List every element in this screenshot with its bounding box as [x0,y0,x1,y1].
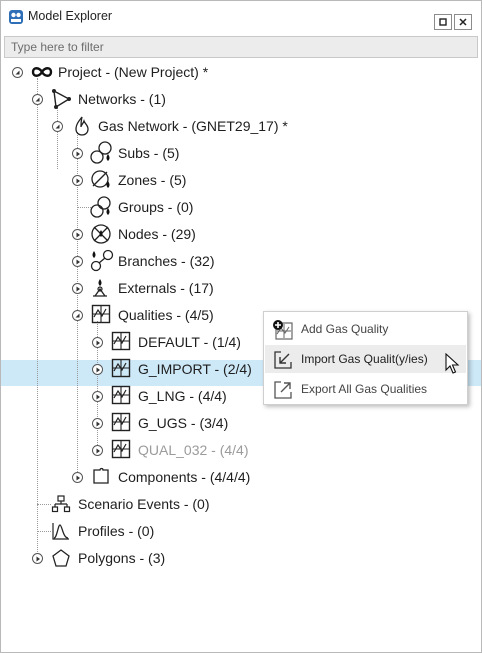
model-explorer-icon [9,10,23,24]
tree-item-subs[interactable]: Subs - (5) [118,145,179,161]
expander-quality-g-ugs[interactable] [92,418,103,429]
infinity-icon [31,67,53,77]
menu-item-add-gas-quality[interactable]: Add Gas Quality [265,315,466,343]
tree-item-quality[interactable]: G_LNG - (4/4) [138,388,227,404]
expander-zones[interactable] [72,175,83,186]
quality-icon [91,304,111,324]
filter-input[interactable] [4,36,478,58]
expander-gas-network[interactable] [52,121,63,132]
menu-item-export-all-gas-qualities[interactable]: Export All Gas Qualities [265,375,466,403]
network-icon [52,89,71,109]
externals-icon [93,279,107,297]
nodes-icon [91,224,111,244]
expander-nodes[interactable] [72,229,83,240]
restore-icon [439,18,447,26]
expander-project[interactable] [12,67,23,78]
expander-quality-qual-032[interactable] [92,445,103,456]
tree-item-qualities[interactable]: Qualities - (4/5) [118,307,214,323]
quality-icon [111,412,131,432]
expander-branches[interactable] [72,256,83,267]
quality-icon [111,358,131,378]
tree-item-networks[interactable]: Networks - (1) [78,91,166,107]
scenario-events-icon [51,495,71,513]
tree-item-branches[interactable]: Branches - (32) [118,253,214,269]
subs-icon [90,141,112,164]
window-title: Model Explorer [28,9,113,23]
tree-item-gas-network[interactable]: Gas Network - (GNET29_17) * [98,118,288,134]
quality-icon [111,385,131,405]
quality-icon [111,439,131,459]
components-icon [93,467,109,484]
branches-icon [90,249,114,272]
groups-icon [90,196,111,218]
expander-subs[interactable] [72,148,83,159]
expander-quality-g-import[interactable] [92,364,103,375]
tree-item-scenario-events[interactable]: Scenario Events - (0) [78,496,210,512]
add-quality-icon [273,320,293,340]
restore-button[interactable] [434,14,452,30]
tree-item-components[interactable]: Components - (4/4/4) [118,469,250,485]
polygon-icon [52,549,70,567]
tree-item-groups[interactable]: Groups - (0) [118,199,193,215]
quality-icon [111,331,131,351]
expander-qualities[interactable] [72,310,83,321]
menu-item-import-gas-qualities[interactable]: Import Gas Qualit(y/ies) [265,345,466,373]
zones-icon [91,170,110,188]
expander-quality-default[interactable] [92,337,103,348]
context-menu: Add Gas Quality Import Gas Qualit(y/ies)… [263,311,468,405]
title-bar: Model Explorer [1,1,481,31]
expander-quality-g-lng[interactable] [92,391,103,402]
tree-item-project[interactable]: Project - (New Project) * [58,64,208,80]
expander-polygons[interactable] [32,553,43,564]
import-icon [274,351,292,369]
tree-item-externals[interactable]: Externals - (17) [118,280,214,296]
menu-item-label: Export All Gas Qualities [301,382,428,396]
mouse-cursor-icon [445,353,460,374]
tree-item-zones[interactable]: Zones - (5) [118,172,186,188]
close-button[interactable] [454,14,472,30]
close-icon [459,18,467,26]
tree-item-quality[interactable]: G_IMPORT - (2/4) [138,361,252,377]
menu-item-label: Add Gas Quality [301,322,389,336]
model-explorer-window: Model Explorer Project - (N [0,0,482,653]
expander-externals[interactable] [72,283,83,294]
expander-components[interactable] [72,472,83,483]
export-icon [274,381,292,399]
tree-item-quality[interactable]: DEFAULT - (1/4) [138,334,241,350]
expander-networks[interactable] [32,94,43,105]
tree-item-profiles[interactable]: Profiles - (0) [78,523,154,539]
flame-icon [75,116,89,136]
menu-item-label: Import Gas Qualit(y/ies) [301,352,428,366]
tree-item-polygons[interactable]: Polygons - (3) [78,550,165,566]
tree-item-quality-disabled[interactable]: QUAL_032 - (4/4) [138,442,249,458]
tree-item-nodes[interactable]: Nodes - (29) [118,226,196,242]
tree-item-quality[interactable]: G_UGS - (3/4) [138,415,228,431]
profiles-icon [52,523,69,540]
